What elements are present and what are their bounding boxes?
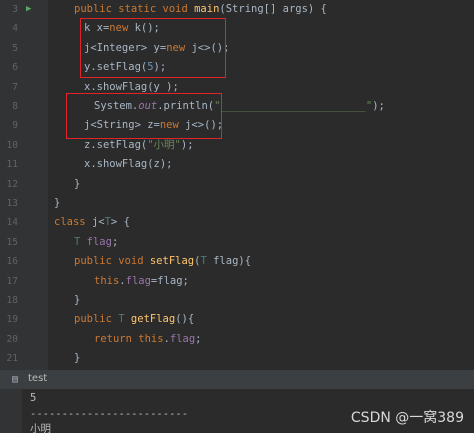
token: } (74, 294, 81, 306)
line-number: 11 (6, 159, 18, 171)
console-tab[interactable]: ▤ test (0, 371, 474, 389)
token: z.setFlag( (84, 138, 148, 151)
code-line-17[interactable]: this.flag=flag; (52, 272, 474, 291)
line-number: 4 (12, 23, 18, 35)
line-number: 9 (12, 120, 18, 132)
method-name: main (194, 3, 220, 15)
line-number: 8 (12, 101, 18, 112)
token: x.showFlag(z); (84, 158, 173, 171)
line-number: 3 (12, 4, 18, 15)
fold-marker[interactable] (44, 310, 51, 329)
token: ; (195, 332, 202, 345)
fold-marker[interactable] (44, 330, 51, 349)
token: return this (94, 332, 164, 345)
string-literal: "_______________________" (214, 100, 373, 112)
token: public static void (74, 3, 195, 15)
token: x.showFlag(y ); (84, 80, 179, 93)
fold-marker[interactable] (44, 155, 51, 174)
console-line: ------------------------- (30, 408, 189, 420)
fold-marker[interactable] (44, 58, 51, 77)
line-number: 16 (6, 256, 18, 268)
line-number: 17 (6, 275, 18, 287)
run-icon[interactable]: ▶ (26, 0, 36, 19)
type-parameter: T (200, 255, 214, 268)
type-parameter: T (74, 235, 87, 248)
line-number: 20 (6, 333, 18, 345)
token: ; (111, 235, 119, 248)
token: j< (91, 216, 105, 229)
token: ); (180, 138, 194, 151)
line-number: 5 (12, 42, 18, 54)
fold-marker[interactable] (44, 19, 51, 38)
token: (String[] args) { (219, 3, 327, 15)
line-number: 6 (12, 62, 18, 74)
run-config-icon: ▤ (12, 374, 19, 385)
console-line: 5 (30, 392, 37, 404)
fold-marker[interactable] (44, 78, 51, 97)
token: public (74, 313, 119, 326)
line-number: 14 (6, 217, 18, 229)
console-tab-label: test (28, 373, 48, 384)
token: (){ (175, 313, 195, 326)
line-number: 13 (6, 198, 18, 209)
fold-marker[interactable] (44, 194, 51, 213)
highlight-box-1 (80, 18, 226, 78)
token: public void (74, 255, 150, 268)
line-number: 15 (6, 236, 18, 248)
code-line-15[interactable]: T flag; (52, 233, 474, 252)
fold-marker[interactable] (44, 252, 51, 271)
method-name: getFlag (130, 313, 176, 326)
code-editor[interactable]: 3 4 5 6 7 8 9 10 11 12 13 14 15 16 17 18 19 20 21 ▶ public … (0, 0, 474, 370)
line-number: 18 (6, 295, 18, 306)
highlight-box-2 (66, 93, 222, 139)
code-line-14[interactable]: class j<T> { (52, 213, 474, 232)
code-line-20[interactable]: return this.flag; (52, 330, 474, 349)
field-name: flag (86, 235, 112, 248)
fold-marker[interactable] (44, 272, 51, 291)
token: this (94, 274, 120, 287)
fold-marker[interactable] (44, 291, 51, 310)
code-line-19[interactable]: public T getFlag(){ (52, 310, 474, 329)
token: } (54, 197, 61, 209)
run-console[interactable]: ▤ test 5 ------------------------- 小明 CS… (0, 370, 474, 433)
token: class (54, 216, 92, 229)
type-parameter: T (118, 313, 131, 326)
fold-marker[interactable] (44, 175, 51, 194)
token: flag){ (213, 255, 252, 268)
string-literal: "小明" (147, 138, 181, 151)
fold-marker[interactable] (44, 233, 51, 252)
code-line-3[interactable]: public static void main(String[] args) { (52, 0, 474, 19)
console-gutter (0, 389, 22, 433)
field-name: flag (169, 332, 196, 345)
fold-marker[interactable] (44, 213, 51, 232)
console-line: 小明 (30, 423, 51, 433)
fold-marker[interactable] (44, 97, 51, 116)
token: =flag; (150, 274, 189, 287)
token: > { (110, 216, 130, 229)
line-number: 12 (6, 178, 18, 190)
line-number: 10 (6, 139, 18, 151)
line-number: 21 (6, 353, 18, 365)
fold-marker[interactable] (44, 136, 51, 155)
code-line-18[interactable]: } (52, 291, 474, 310)
field-name: flag (125, 274, 151, 287)
code-line-21[interactable]: } (52, 349, 474, 368)
token: } (74, 352, 81, 365)
code-line-13[interactable]: } (52, 194, 474, 213)
editor-gutter: 3 4 5 6 7 8 9 10 11 12 13 14 15 16 17 18 19 20 21 ▶ (0, 0, 48, 370)
code-line-12[interactable]: } (52, 175, 474, 194)
code-line-16[interactable]: public void setFlag(T flag){ (52, 252, 474, 271)
method-name: setFlag (149, 255, 195, 268)
token: ); (372, 100, 385, 112)
fold-marker[interactable] (44, 39, 51, 58)
line-number: 7 (12, 81, 18, 93)
code-line-11[interactable]: x.showFlag(z); (52, 155, 474, 174)
token: } (74, 177, 81, 190)
fold-marker[interactable] (44, 116, 51, 135)
line-number: 19 (6, 314, 18, 326)
watermark: CSDN @一窝389 (350, 410, 464, 426)
